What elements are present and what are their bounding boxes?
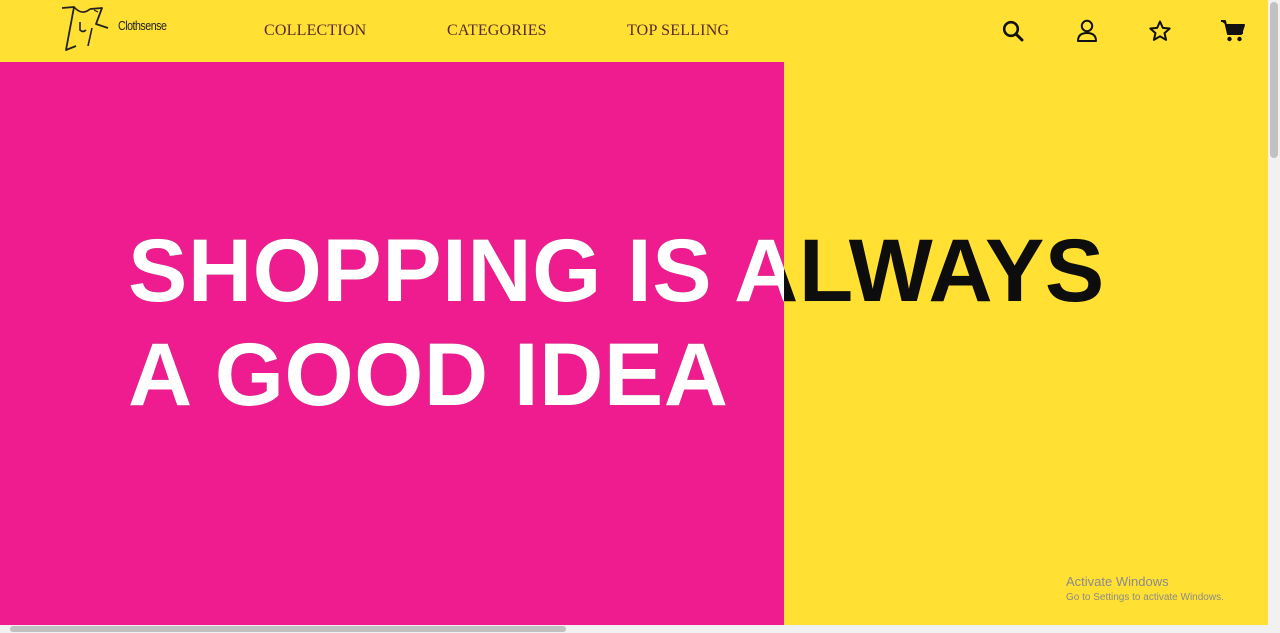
vertical-scrollbar-thumb[interactable] bbox=[1270, 2, 1278, 158]
shirt-logo-icon bbox=[61, 6, 109, 51]
horizontal-scrollbar-thumb[interactable] bbox=[10, 626, 566, 632]
hero-headline-line-1: SHOPPING IS ALWAYS bbox=[128, 220, 784, 320]
nav-link-collection[interactable]: COLLECTION bbox=[264, 22, 366, 40]
search-icon[interactable] bbox=[1000, 18, 1026, 44]
cart-icon[interactable] bbox=[1220, 18, 1246, 44]
hero-headline-overlay: SHOPPING IS ALWAYS A GOOD IDEA bbox=[0, 62, 784, 625]
brand-name: Clothsense bbox=[118, 18, 167, 33]
horizontal-scrollbar[interactable] bbox=[0, 625, 1268, 633]
hero-banner: SHOPPING IS ALWAYS A GOOD IDEA SHOPPING … bbox=[0, 62, 1268, 625]
hero-headline-white: SHOPPING IS ALWAYS A GOOD IDEA bbox=[128, 218, 784, 426]
watermark-title: Activate Windows bbox=[1066, 574, 1169, 589]
nav-link-categories[interactable]: CATEGORIES bbox=[447, 22, 547, 40]
top-navbar: Clothsense COLLECTION CATEGORIES TOP SEL… bbox=[0, 0, 1268, 62]
star-icon[interactable] bbox=[1147, 18, 1173, 44]
user-icon[interactable] bbox=[1074, 18, 1100, 44]
vertical-scrollbar[interactable] bbox=[1268, 0, 1280, 633]
brand-logo[interactable]: Clothsense bbox=[56, 2, 167, 58]
hero-headline-line-2: A GOOD IDEA bbox=[128, 324, 729, 424]
activate-windows-watermark: Activate Windows Go to Settings to activ… bbox=[1066, 574, 1224, 603]
watermark-subtitle: Go to Settings to activate Windows. bbox=[1066, 592, 1224, 603]
nav-link-top-selling[interactable]: TOP SELLING bbox=[627, 22, 729, 40]
